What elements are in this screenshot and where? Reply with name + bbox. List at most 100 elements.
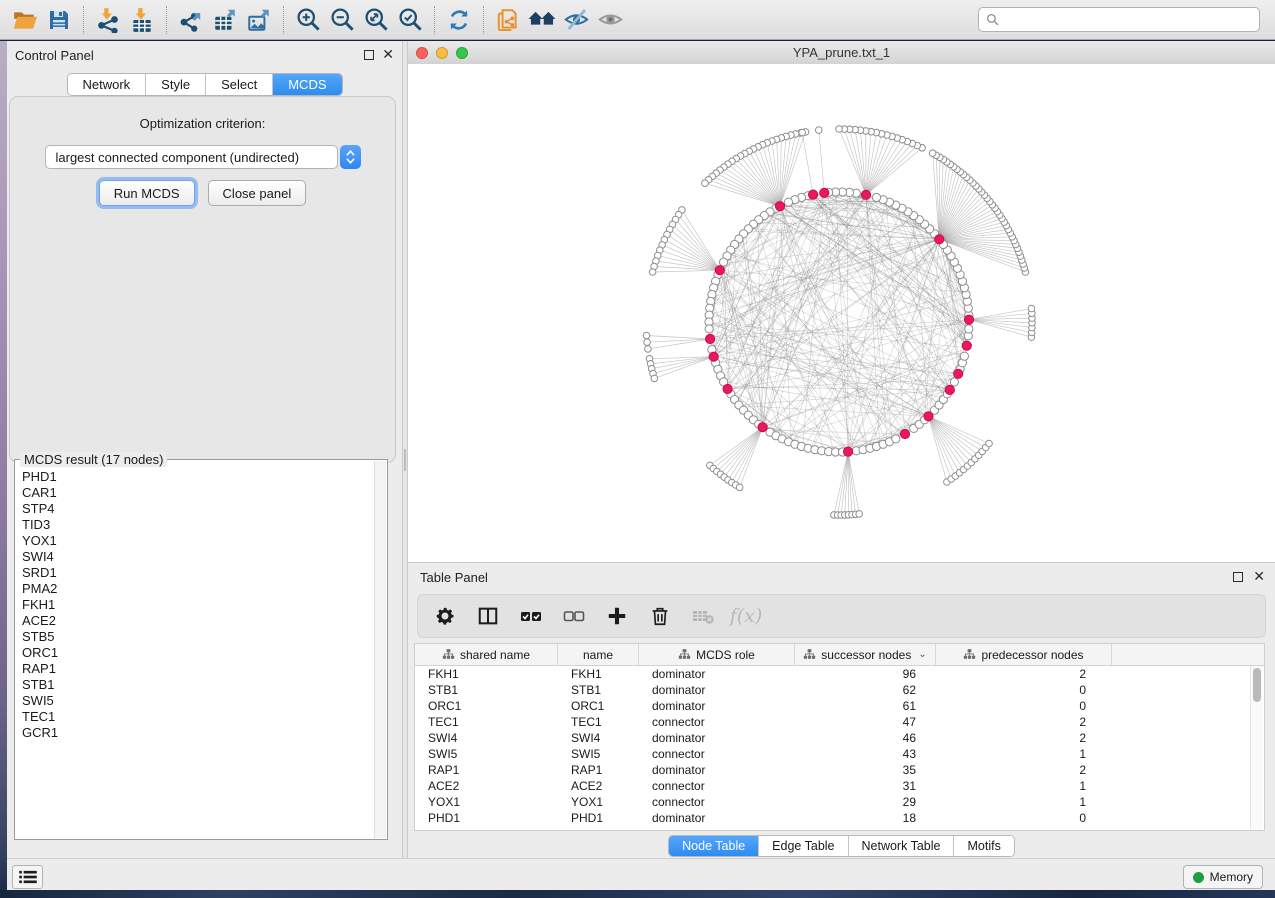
graph-leaf-node[interactable] [986,440,993,447]
zoom-selected-button[interactable] [393,4,427,36]
network-canvas[interactable] [408,64,1275,562]
graph-node[interactable] [784,198,792,206]
graph-leaf-node[interactable] [651,375,658,382]
network-window-titlebar[interactable]: YPA_prune.txt_1 [408,41,1275,65]
mcds-result-item[interactable]: SRD1 [22,565,375,581]
graph-node[interactable] [705,325,713,333]
graph-leaf-node[interactable] [856,511,863,518]
deselect-all-button[interactable] [561,603,587,629]
mcds-result-item[interactable]: SWI4 [22,549,375,565]
graph-leaf-node[interactable] [649,269,656,276]
graph-dominator-node[interactable] [900,429,909,438]
graph-dominator-node[interactable] [809,190,818,199]
show-all-button[interactable] [593,4,627,36]
column-header-MCDS-role[interactable]: MCDS role [639,644,795,665]
graph-dominator-node[interactable] [945,385,954,394]
mcds-result-item[interactable]: ORC1 [22,645,375,661]
graph-dominator-node[interactable] [723,384,732,393]
mcds-list-scrollbar[interactable] [374,461,386,838]
save-session-button[interactable] [42,4,76,36]
mcds-result-item[interactable]: PMA2 [22,581,375,597]
float-table-panel-icon[interactable] [1233,572,1243,582]
tab-motifs[interactable]: Motifs [954,836,1013,856]
mcds-result-item[interactable]: ACE2 [22,613,375,629]
column-header-predecessor-nodes[interactable]: predecessor nodes [936,644,1112,665]
tab-network-table[interactable]: Network Table [849,836,955,856]
show-column-button[interactable] [475,603,501,629]
graph-dominator-node[interactable] [706,334,715,343]
graph-leaf-node[interactable] [702,180,709,187]
table-row[interactable]: ORC1ORC1dominator610 [415,698,1264,714]
column-header-successor-nodes[interactable]: successor nodes⌄ [795,644,936,665]
graph-dominator-node[interactable] [935,235,944,244]
graph-leaf-node[interactable] [816,127,823,134]
tab-node-table[interactable]: Node Table [669,836,759,856]
mcds-result-item[interactable]: SWI5 [22,693,375,709]
table-row[interactable]: SWI5SWI5connector431 [415,746,1264,762]
graph-node[interactable] [872,193,880,201]
delete-column-button[interactable] [647,603,673,629]
mcds-result-item[interactable]: PHD1 [22,469,375,485]
open-session-button[interactable] [8,4,42,36]
search-input[interactable] [1004,12,1252,28]
zoom-fit-button[interactable] [359,4,393,36]
column-header-shared-name[interactable]: shared name [415,644,558,665]
graph-node[interactable] [720,258,728,266]
export-image-button[interactable] [242,4,276,36]
mcds-result-item[interactable]: STP4 [22,501,375,517]
mcds-result-item[interactable]: STB5 [22,629,375,645]
graph-node[interactable] [960,352,968,360]
graph-dominator-node[interactable] [964,315,973,324]
tab-mcds[interactable]: MCDS [273,74,341,95]
tab-edge-table[interactable]: Edge Table [759,836,848,856]
graph-dominator-node[interactable] [924,412,933,421]
search-box[interactable] [978,7,1260,32]
graph-dominator-node[interactable] [709,352,718,361]
zoom-out-button[interactable] [325,4,359,36]
mcds-result-item[interactable]: GCR1 [22,725,375,741]
tab-network[interactable]: Network [67,74,146,95]
task-history-button[interactable] [12,865,43,889]
graph-leaf-node[interactable] [736,484,743,491]
graph-leaf-node[interactable] [929,150,936,157]
first-neighbors-button[interactable] [525,4,559,36]
graph-dominator-node[interactable] [775,202,784,211]
graph-dominator-node[interactable] [758,423,767,432]
table-row[interactable]: RAP1RAP1dominator352 [415,762,1264,778]
table-row[interactable]: SWI4SWI4dominator462 [415,730,1264,746]
zoom-in-button[interactable] [291,4,325,36]
mcds-result-item[interactable]: YOX1 [22,533,375,549]
select-all-button[interactable] [518,603,544,629]
export-table-button[interactable] [208,4,242,36]
graph-leaf-node[interactable] [645,346,652,353]
table-row[interactable]: STB1STB1dominator620 [415,682,1264,698]
run-mcds-button[interactable]: Run MCDS [99,180,195,206]
table-row[interactable]: PHD1PHD1dominator180 [415,810,1264,826]
table-settings-button[interactable] [432,603,458,629]
mcds-result-item[interactable]: TID3 [22,517,375,533]
mcds-result-item[interactable]: TEC1 [22,709,375,725]
close-table-panel-icon[interactable]: ✕ [1253,571,1265,581]
tab-select[interactable]: Select [206,74,273,95]
graph-dominator-node[interactable] [820,188,829,197]
mcds-result-item[interactable]: RAP1 [22,661,375,677]
graph-leaf-node[interactable] [836,126,843,133]
graph-node[interactable] [950,378,958,386]
graph-node[interactable] [892,435,900,443]
mcds-result-item[interactable]: CAR1 [22,485,375,501]
graph-node[interactable] [965,325,973,333]
graph-dominator-node[interactable] [715,266,724,275]
memory-button[interactable]: Memory [1183,865,1263,889]
criterion-dropdown[interactable]: largest connected component (undirected) [45,145,361,169]
graph-leaf-node[interactable] [643,332,650,339]
table-row[interactable]: YOX1YOX1connector291 [415,794,1264,810]
export-network-button[interactable] [174,4,208,36]
clone-network-button[interactable] [491,4,525,36]
mcds-result-item[interactable]: FKH1 [22,597,375,613]
add-column-button[interactable] [604,603,630,629]
graph-dominator-node[interactable] [954,369,963,378]
table-row[interactable]: FKH1FKH1dominator962 [415,666,1264,682]
network-graph[interactable] [408,64,1275,562]
graph-leaf-node[interactable] [1028,305,1035,312]
column-header-name[interactable]: name [558,644,639,665]
